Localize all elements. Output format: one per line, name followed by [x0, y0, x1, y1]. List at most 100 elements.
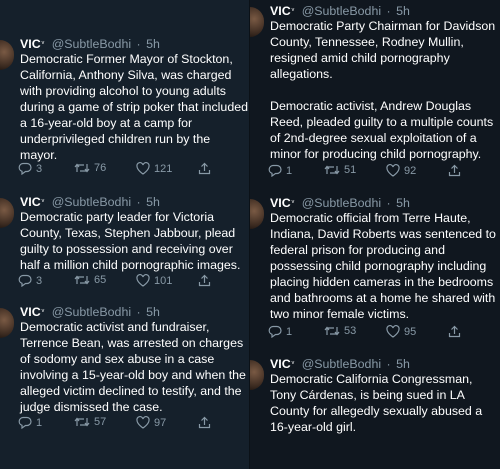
reply-icon	[18, 162, 32, 175]
tweet-paragraph: Democratic official from Terre Haute, In…	[270, 211, 496, 321]
heart-icon	[136, 416, 150, 429]
retweet-button[interactable]: 51	[324, 164, 356, 176]
share-button[interactable]	[198, 274, 211, 287]
retweet-icon	[324, 165, 340, 175]
reply-button[interactable]: 3	[18, 162, 42, 175]
separator: ·	[136, 37, 141, 51]
like-button[interactable]: 121	[136, 162, 172, 175]
left-column: VICᵛ @SubtleBodhi · 5h Democratic Former…	[0, 0, 250, 469]
author-name[interactable]: VIC	[20, 305, 41, 319]
author-handle[interactable]: @SubtleBodhi	[302, 357, 381, 371]
retweet-count: 76	[94, 162, 107, 174]
reply-count: 3	[36, 162, 43, 175]
like-count: 97	[154, 416, 167, 429]
tweet-paragraph: Democratic activist and fundraiser, Terr…	[20, 320, 246, 414]
share-icon	[448, 325, 461, 338]
like-button[interactable]: 92	[386, 164, 416, 177]
author-name[interactable]: VIC	[20, 195, 41, 209]
retweet-button[interactable]: 53	[324, 325, 356, 337]
reply-icon	[268, 164, 282, 177]
like-count: 101	[154, 274, 173, 287]
verified-mark: ᵛ	[291, 359, 295, 368]
author-handle[interactable]: @SubtleBodhi	[302, 4, 381, 18]
like-button[interactable]: 97	[136, 416, 166, 429]
author-handle[interactable]: @SubtleBodhi	[52, 305, 131, 319]
reply-icon	[18, 416, 32, 429]
tweet-header: VICᵛ @SubtleBodhi · 5h	[270, 356, 410, 372]
separator: ·	[386, 4, 391, 18]
like-button[interactable]: 101	[136, 274, 172, 287]
timestamp[interactable]: 5h	[396, 4, 410, 18]
author-handle[interactable]: @SubtleBodhi	[52, 37, 131, 51]
share-icon	[448, 164, 461, 177]
author-name[interactable]: VIC	[270, 357, 291, 371]
author-handle[interactable]: @SubtleBodhi	[52, 195, 131, 209]
verified-mark: ᵛ	[291, 6, 295, 15]
tweet-header: VICᵛ @SubtleBodhi · 5h	[20, 304, 160, 320]
reply-button[interactable]: 3	[18, 274, 42, 287]
separator: ·	[386, 357, 391, 371]
tweet-paragraph: Democratic Former Mayor of Stockton, Cal…	[20, 52, 248, 162]
heart-icon	[386, 325, 400, 338]
timestamp[interactable]: 5h	[396, 357, 410, 371]
heart-icon	[136, 162, 150, 175]
tweet-actions: 1 51 92	[268, 164, 468, 180]
heart-icon	[136, 274, 150, 287]
tweet-header: VICᵛ @SubtleBodhi · 5h	[20, 36, 160, 52]
avatar[interactable]	[0, 40, 14, 70]
retweet-button[interactable]: 76	[74, 162, 106, 174]
author-name[interactable]: VIC	[270, 4, 291, 18]
verified-mark: ᵛ	[291, 198, 295, 207]
tweet-paragraph: Democratic activist, Andrew Douglas Reed…	[270, 99, 494, 161]
tweet-text: Democratic Party Chairman for Davidson C…	[270, 18, 498, 162]
reply-icon	[18, 274, 32, 287]
retweet-count: 57	[94, 416, 107, 428]
avatar[interactable]	[250, 360, 264, 390]
separator: ·	[386, 196, 391, 210]
avatar[interactable]	[250, 7, 264, 37]
timestamp[interactable]: 5h	[396, 196, 410, 210]
timestamp[interactable]: 5h	[146, 305, 160, 319]
tweet-text: Democratic official from Terre Haute, In…	[270, 210, 498, 322]
share-icon	[198, 416, 211, 429]
author-name[interactable]: VIC	[20, 37, 41, 51]
right-column: VICᵛ @SubtleBodhi · 5h Democratic Party …	[250, 0, 500, 469]
tweet-text: Democratic activist and fundraiser, Terr…	[20, 319, 248, 415]
verified-mark: ᵛ	[41, 39, 45, 48]
share-button[interactable]	[448, 164, 461, 177]
share-button[interactable]	[198, 162, 211, 175]
share-icon	[198, 274, 211, 287]
timestamp[interactable]: 5h	[146, 195, 160, 209]
reply-count: 1	[36, 416, 43, 429]
share-button[interactable]	[448, 325, 461, 338]
tweet-text: Democratic Former Mayor of Stockton, Cal…	[20, 51, 248, 163]
avatar[interactable]	[0, 308, 14, 338]
avatar[interactable]	[0, 198, 14, 228]
retweet-count: 51	[344, 164, 357, 176]
share-icon	[198, 162, 211, 175]
like-button[interactable]: 95	[386, 325, 416, 338]
tweet-header: VICᵛ @SubtleBodhi · 5h	[20, 194, 160, 210]
reply-count: 3	[36, 274, 43, 287]
author-name[interactable]: VIC	[270, 196, 291, 210]
retweet-button[interactable]: 57	[74, 416, 106, 428]
tweet-paragraph: Democratic party leader for Victoria Cou…	[20, 210, 241, 272]
reply-button[interactable]: 1	[18, 416, 42, 429]
retweet-count: 65	[94, 274, 107, 286]
separator: ·	[136, 195, 141, 209]
separator: ·	[136, 305, 141, 319]
tweet-header: VICᵛ @SubtleBodhi · 5h	[270, 195, 410, 211]
reply-count: 1	[286, 164, 293, 177]
share-button[interactable]	[198, 416, 211, 429]
verified-mark: ᵛ	[41, 307, 45, 316]
retweet-button[interactable]: 65	[74, 274, 106, 286]
reply-button[interactable]: 1	[268, 164, 292, 177]
reply-button[interactable]: 1	[268, 325, 292, 338]
author-handle[interactable]: @SubtleBodhi	[302, 196, 381, 210]
timestamp[interactable]: 5h	[146, 37, 160, 51]
avatar[interactable]	[250, 199, 264, 229]
tweet-paragraph: Democratic California Congressman, Tony …	[270, 372, 483, 434]
tweet-actions: 1 57 97	[18, 416, 218, 432]
reply-icon	[268, 325, 282, 338]
retweet-icon	[74, 163, 90, 173]
